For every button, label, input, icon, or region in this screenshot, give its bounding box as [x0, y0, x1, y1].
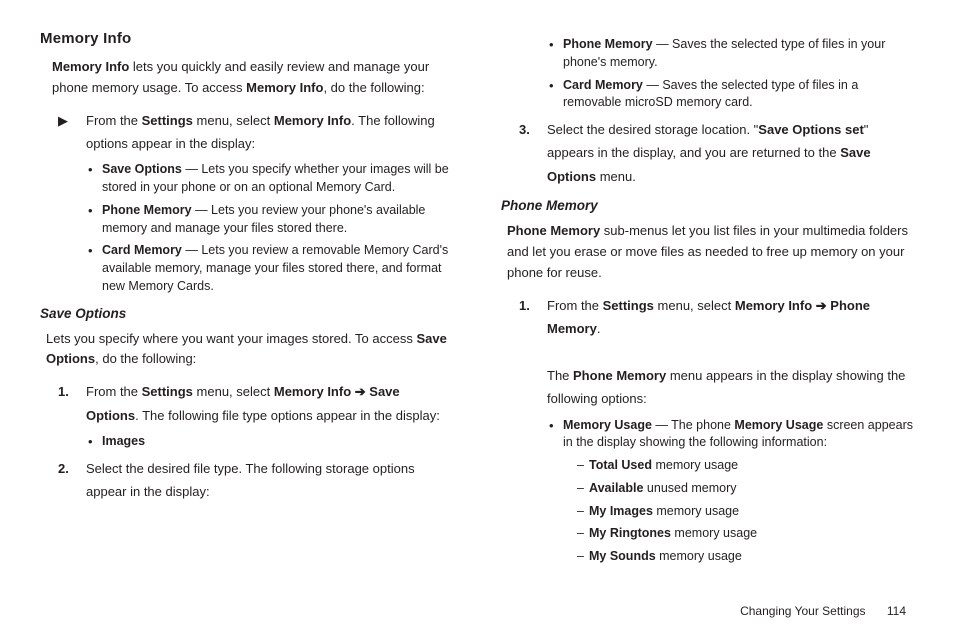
text: unused memory	[643, 481, 736, 495]
text: memory usage	[671, 526, 757, 540]
footer-section-name: Changing Your Settings	[740, 604, 865, 618]
text-bold: Memory Usage	[734, 418, 823, 432]
memory-info-heading: Memory Info	[40, 30, 453, 47]
text: menu, select	[193, 384, 274, 399]
text: From the	[86, 384, 142, 399]
text-bold: Card Memory	[563, 78, 643, 92]
list-item: Available unused memory	[577, 480, 914, 498]
text-bold: Settings	[142, 384, 193, 399]
memory-info-intro: Memory Info lets you quickly and easily …	[52, 57, 453, 99]
text: The	[547, 368, 573, 383]
text-bold: Total Used	[589, 458, 652, 472]
save-options-heading: Save Options	[40, 306, 453, 321]
text: memory usage	[652, 458, 738, 472]
play-arrow-icon: ▶	[58, 109, 86, 156]
phone-memory-step-1: 1. From the Settings menu, select Memory…	[519, 294, 914, 411]
phone-memory-intro: Phone Memory sub-menus let you list file…	[507, 221, 914, 283]
step-content: Select the desired file type. The follow…	[86, 457, 453, 504]
list-item: Images	[88, 433, 453, 451]
text-bold: My Images	[589, 504, 653, 518]
text-bold: Memory Info	[246, 80, 323, 95]
save-options-step-3: 3. Select the desired storage location. …	[519, 118, 914, 188]
step-content: From the Settings menu, select Memory In…	[86, 109, 453, 156]
text-bold: My Sounds	[589, 549, 656, 563]
text: Lets you specify where you want your ima…	[46, 331, 416, 346]
memory-info-options-list: Save Options — Lets you specify whether …	[88, 161, 453, 295]
text: menu, select	[654, 298, 735, 313]
list-item: Card Memory — Lets you review a removabl…	[88, 242, 453, 295]
text: Select the desired file type. The follow…	[86, 461, 415, 499]
text-bold: Phone Memory	[573, 368, 666, 383]
page-footer: Changing Your Settings 114	[740, 604, 906, 618]
text: , do the following:	[323, 80, 424, 95]
text-bold: Phone Memory	[563, 37, 653, 51]
text: . The following file type options appear…	[135, 408, 440, 423]
arrow-right-icon: ➔	[812, 298, 830, 313]
memory-usage-details: Total Used memory usage Available unused…	[577, 457, 914, 566]
text-bold: Memory Usage	[563, 418, 652, 432]
storage-options-list: Phone Memory — Saves the selected type o…	[549, 36, 914, 112]
list-item: My Sounds memory usage	[577, 548, 914, 566]
list-item: Phone Memory — Saves the selected type o…	[549, 36, 914, 72]
text-bold: Save Options set	[758, 122, 863, 137]
list-item: My Images memory usage	[577, 503, 914, 521]
text-bold: Save Options	[102, 162, 182, 176]
step-content: Select the desired storage location. "Sa…	[547, 118, 914, 188]
list-item: Phone Memory — Lets you review your phon…	[88, 202, 453, 238]
save-options-intro: Lets you specify where you want your ima…	[46, 329, 453, 371]
text: Select the desired storage location. "	[547, 122, 758, 137]
text: menu.	[596, 169, 636, 184]
text-bold: Available	[589, 481, 643, 495]
memory-info-step-arrow: ▶ From the Settings menu, select Memory …	[58, 109, 453, 156]
list-item: Memory Usage — The phone Memory Usage sc…	[549, 417, 914, 566]
text: — The phone	[652, 418, 734, 432]
footer-page-number: 114	[887, 604, 906, 618]
text: memory usage	[656, 549, 742, 563]
text-bold: Images	[102, 434, 145, 448]
text: memory usage	[653, 504, 739, 518]
text-bold: Memory Info	[274, 113, 351, 128]
text-bold: Memory Info	[52, 59, 129, 74]
list-item: Save Options — Lets you specify whether …	[88, 161, 453, 197]
text: , do the following:	[95, 351, 196, 366]
text: menu, select	[193, 113, 274, 128]
text-bold: Card Memory	[102, 243, 182, 257]
step-content: From the Settings menu, select Memory In…	[86, 380, 453, 427]
text: From the	[547, 298, 603, 313]
list-item: Card Memory — Saves the selected type of…	[549, 77, 914, 113]
page-content: Memory Info Memory Info lets you quickly…	[0, 0, 954, 600]
step-content: From the Settings menu, select Memory In…	[547, 294, 914, 411]
text-bold: Phone Memory	[507, 223, 600, 238]
list-item: Total Used memory usage	[577, 457, 914, 475]
step-number: 2.	[58, 457, 86, 504]
save-options-step-2: 2. Select the desired file type. The fol…	[58, 457, 453, 504]
step-number: 3.	[519, 118, 547, 188]
save-options-step-1: 1. From the Settings menu, select Memory…	[58, 380, 453, 427]
text-bold: Memory Info	[735, 298, 812, 313]
text: .	[597, 321, 601, 336]
text: From the	[86, 113, 142, 128]
text-bold: My Ringtones	[589, 526, 671, 540]
phone-memory-heading: Phone Memory	[501, 198, 914, 213]
text-bold: Phone Memory	[102, 203, 192, 217]
text-bold: Settings	[142, 113, 193, 128]
right-column: Phone Memory — Saves the selected type o…	[501, 30, 914, 590]
left-column: Memory Info Memory Info lets you quickly…	[40, 30, 453, 590]
step-number: 1.	[519, 294, 547, 411]
save-options-file-types: Images	[88, 433, 453, 451]
text-bold: Memory Info	[274, 384, 351, 399]
text-bold: Settings	[603, 298, 654, 313]
list-item: My Ringtones memory usage	[577, 525, 914, 543]
phone-memory-options-list: Memory Usage — The phone Memory Usage sc…	[549, 417, 914, 566]
step-number: 1.	[58, 380, 86, 427]
arrow-right-icon: ➔	[351, 384, 369, 399]
